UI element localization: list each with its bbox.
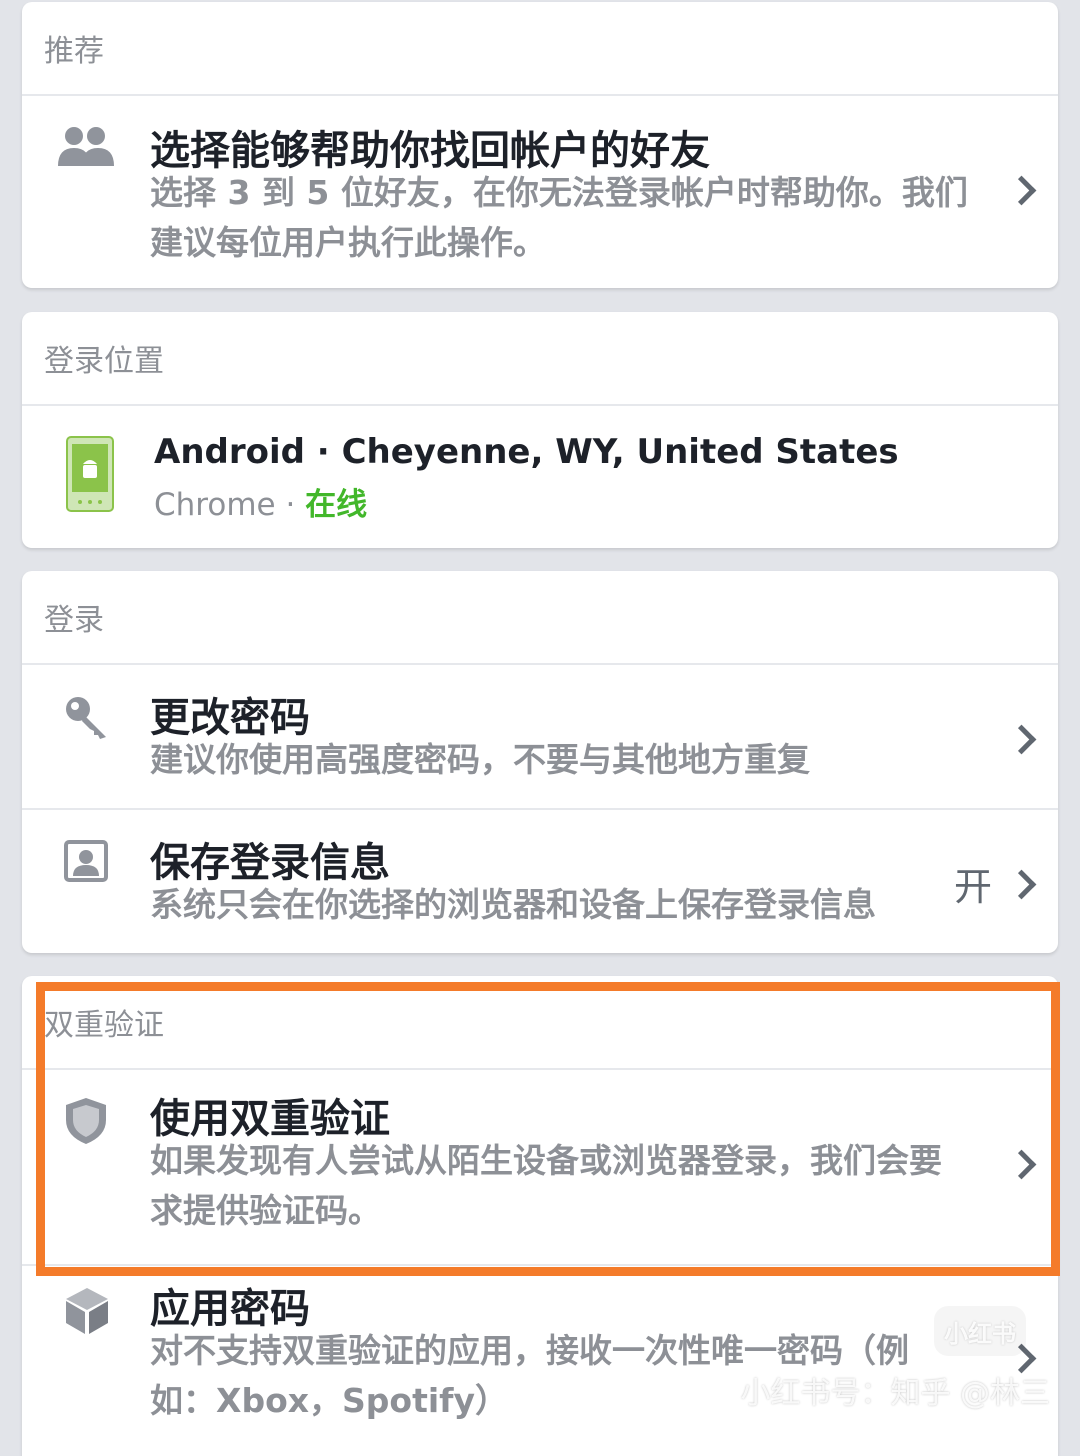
app-passwords-row[interactable]: 应用密码 对不支持双重验证的应用，接收一次性唯一密码（例 如：Xbox，Spot…	[22, 1266, 1058, 1456]
chevron-right-icon	[1006, 724, 1037, 755]
section-header-recommended: 推荐	[22, 2, 1058, 96]
recommended-card: 推荐 选择能够帮助你找回帐户的好友 选择 3 到 5 位好友，在你无法登录帐户时…	[22, 2, 1058, 288]
login-session-row[interactable]: Android · Cheyenne, WY, United States Ch…	[22, 406, 1058, 546]
chevron-right-icon	[1006, 1149, 1037, 1180]
use-two-factor-row[interactable]: 使用双重验证 如果发现有人尝试从陌生设备或浏览器登录，我们会要 求提供验证码。	[22, 1070, 1058, 1266]
use-two-factor-desc-line1: 如果发现有人尝试从陌生设备或浏览器登录，我们会要	[150, 1141, 942, 1180]
section-header-login: 登录	[22, 571, 1058, 665]
cube-icon	[64, 1286, 110, 1340]
profile-card-icon	[64, 840, 108, 886]
trusted-contacts-row[interactable]: 选择能够帮助你找回帐户的好友 选择 3 到 5 位好友，在你无法登录帐户时帮助你…	[22, 96, 1058, 286]
session-separator: ·	[275, 487, 306, 523]
watermark-badge: 小红书	[934, 1306, 1026, 1356]
login-card: 登录 更改密码 建议你使用高强度密码，不要与其他地方重复 保存登录信息 系统只会…	[22, 571, 1058, 953]
trusted-contacts-desc-line2: 建议每位用户执行此操作。	[150, 223, 546, 262]
section-header-two-factor: 双重验证	[22, 976, 1058, 1070]
use-two-factor-desc-line2: 求提供验证码。	[150, 1191, 381, 1230]
session-device-location: Android · Cheyenne, WY, United States	[154, 432, 899, 472]
session-browser: Chrome	[154, 487, 276, 523]
shield-icon	[64, 1096, 108, 1150]
trusted-contacts-desc-line1: 选择 3 到 5 位好友，在你无法登录帐户时帮助你。我们	[150, 173, 968, 212]
section-header-login-location: 登录位置	[22, 312, 1058, 406]
session-browser-status: Chrome · 在线	[154, 480, 367, 530]
save-login-status: 开	[953, 865, 992, 909]
save-login-row[interactable]: 保存登录信息 系统只会在你选择的浏览器和设备上保存登录信息 开	[22, 810, 1058, 950]
app-passwords-desc-line2: 如：Xbox，Spotify）	[150, 1381, 509, 1420]
save-login-desc: 系统只会在你选择的浏览器和设备上保存登录信息	[150, 885, 876, 924]
chevron-right-icon	[1006, 869, 1037, 900]
change-password-row[interactable]: 更改密码 建议你使用高强度密码，不要与其他地方重复	[22, 665, 1058, 810]
chevron-right-icon	[1006, 175, 1037, 206]
key-icon	[64, 695, 110, 745]
watermark-text: 小红书号：知乎 @林三	[740, 1376, 1050, 1411]
friends-icon	[58, 124, 114, 172]
android-phone-icon	[66, 436, 114, 516]
login-location-card: 登录位置 Android · Cheyenne, WY, United Stat…	[22, 312, 1058, 548]
change-password-desc: 建议你使用高强度密码，不要与其他地方重复	[150, 740, 810, 779]
session-online-status: 在线	[305, 487, 368, 523]
